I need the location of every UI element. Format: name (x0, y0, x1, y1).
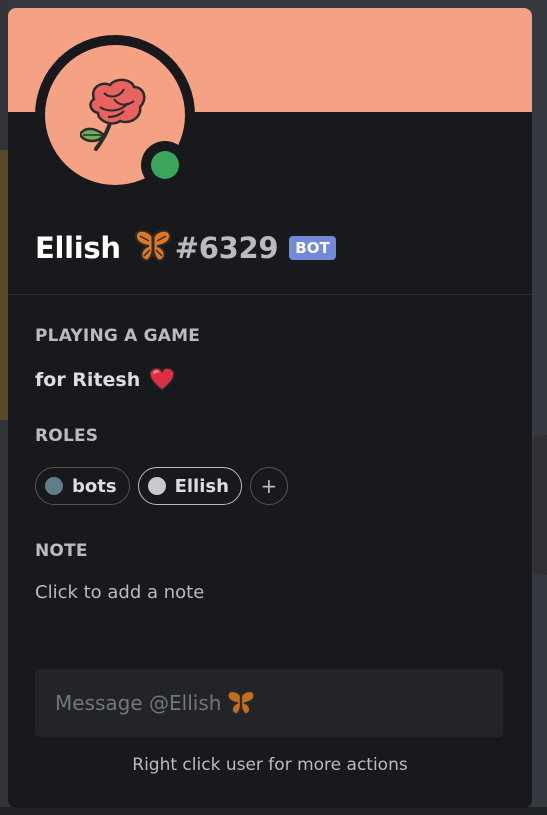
user-profile-popout: Ellish #6329 BOT PLAYING A GAME for Rite… (8, 8, 532, 808)
message-placeholder: Message @Ellish (55, 691, 222, 715)
role-color-dot[interactable] (45, 477, 63, 495)
online-status-dot (151, 151, 179, 179)
activity-section-title: PLAYING A GAME (35, 326, 201, 346)
name-tag[interactable]: Ellish #6329 BOT (35, 228, 336, 268)
roles-list: bots Ellish + (35, 467, 288, 505)
role-pill-bots[interactable]: bots (35, 467, 130, 505)
avatar-frame[interactable] (35, 35, 195, 195)
background-image-edge (0, 150, 8, 420)
butterfly-icon (134, 229, 171, 267)
status-indicator (141, 141, 189, 189)
footer-hint: Right click user for more actions (132, 755, 408, 775)
note-input[interactable]: Click to add a note (35, 582, 204, 603)
bot-tag: BOT (289, 236, 336, 260)
background-bottom (0, 807, 547, 815)
red-heart-icon (149, 368, 176, 392)
role-label: Ellish (174, 475, 229, 497)
divider (8, 294, 532, 295)
background-panel-edge (533, 435, 547, 575)
discriminator[interactable]: #6329 (175, 231, 279, 265)
butterfly-icon (227, 690, 256, 716)
username[interactable]: Ellish (35, 231, 121, 265)
activity-label: for Ritesh (35, 369, 141, 391)
note-section-title: NOTE (35, 541, 88, 561)
add-role-button[interactable]: + (249, 467, 288, 505)
message-input[interactable]: Message @Ellish (35, 669, 503, 737)
role-label: bots (72, 475, 117, 497)
activity-text: for Ritesh (35, 368, 176, 392)
role-color-dot[interactable] (147, 477, 166, 495)
rose-icon (80, 78, 146, 151)
roles-section-title: ROLES (35, 426, 99, 446)
role-pill-ellish[interactable]: Ellish (137, 467, 242, 505)
